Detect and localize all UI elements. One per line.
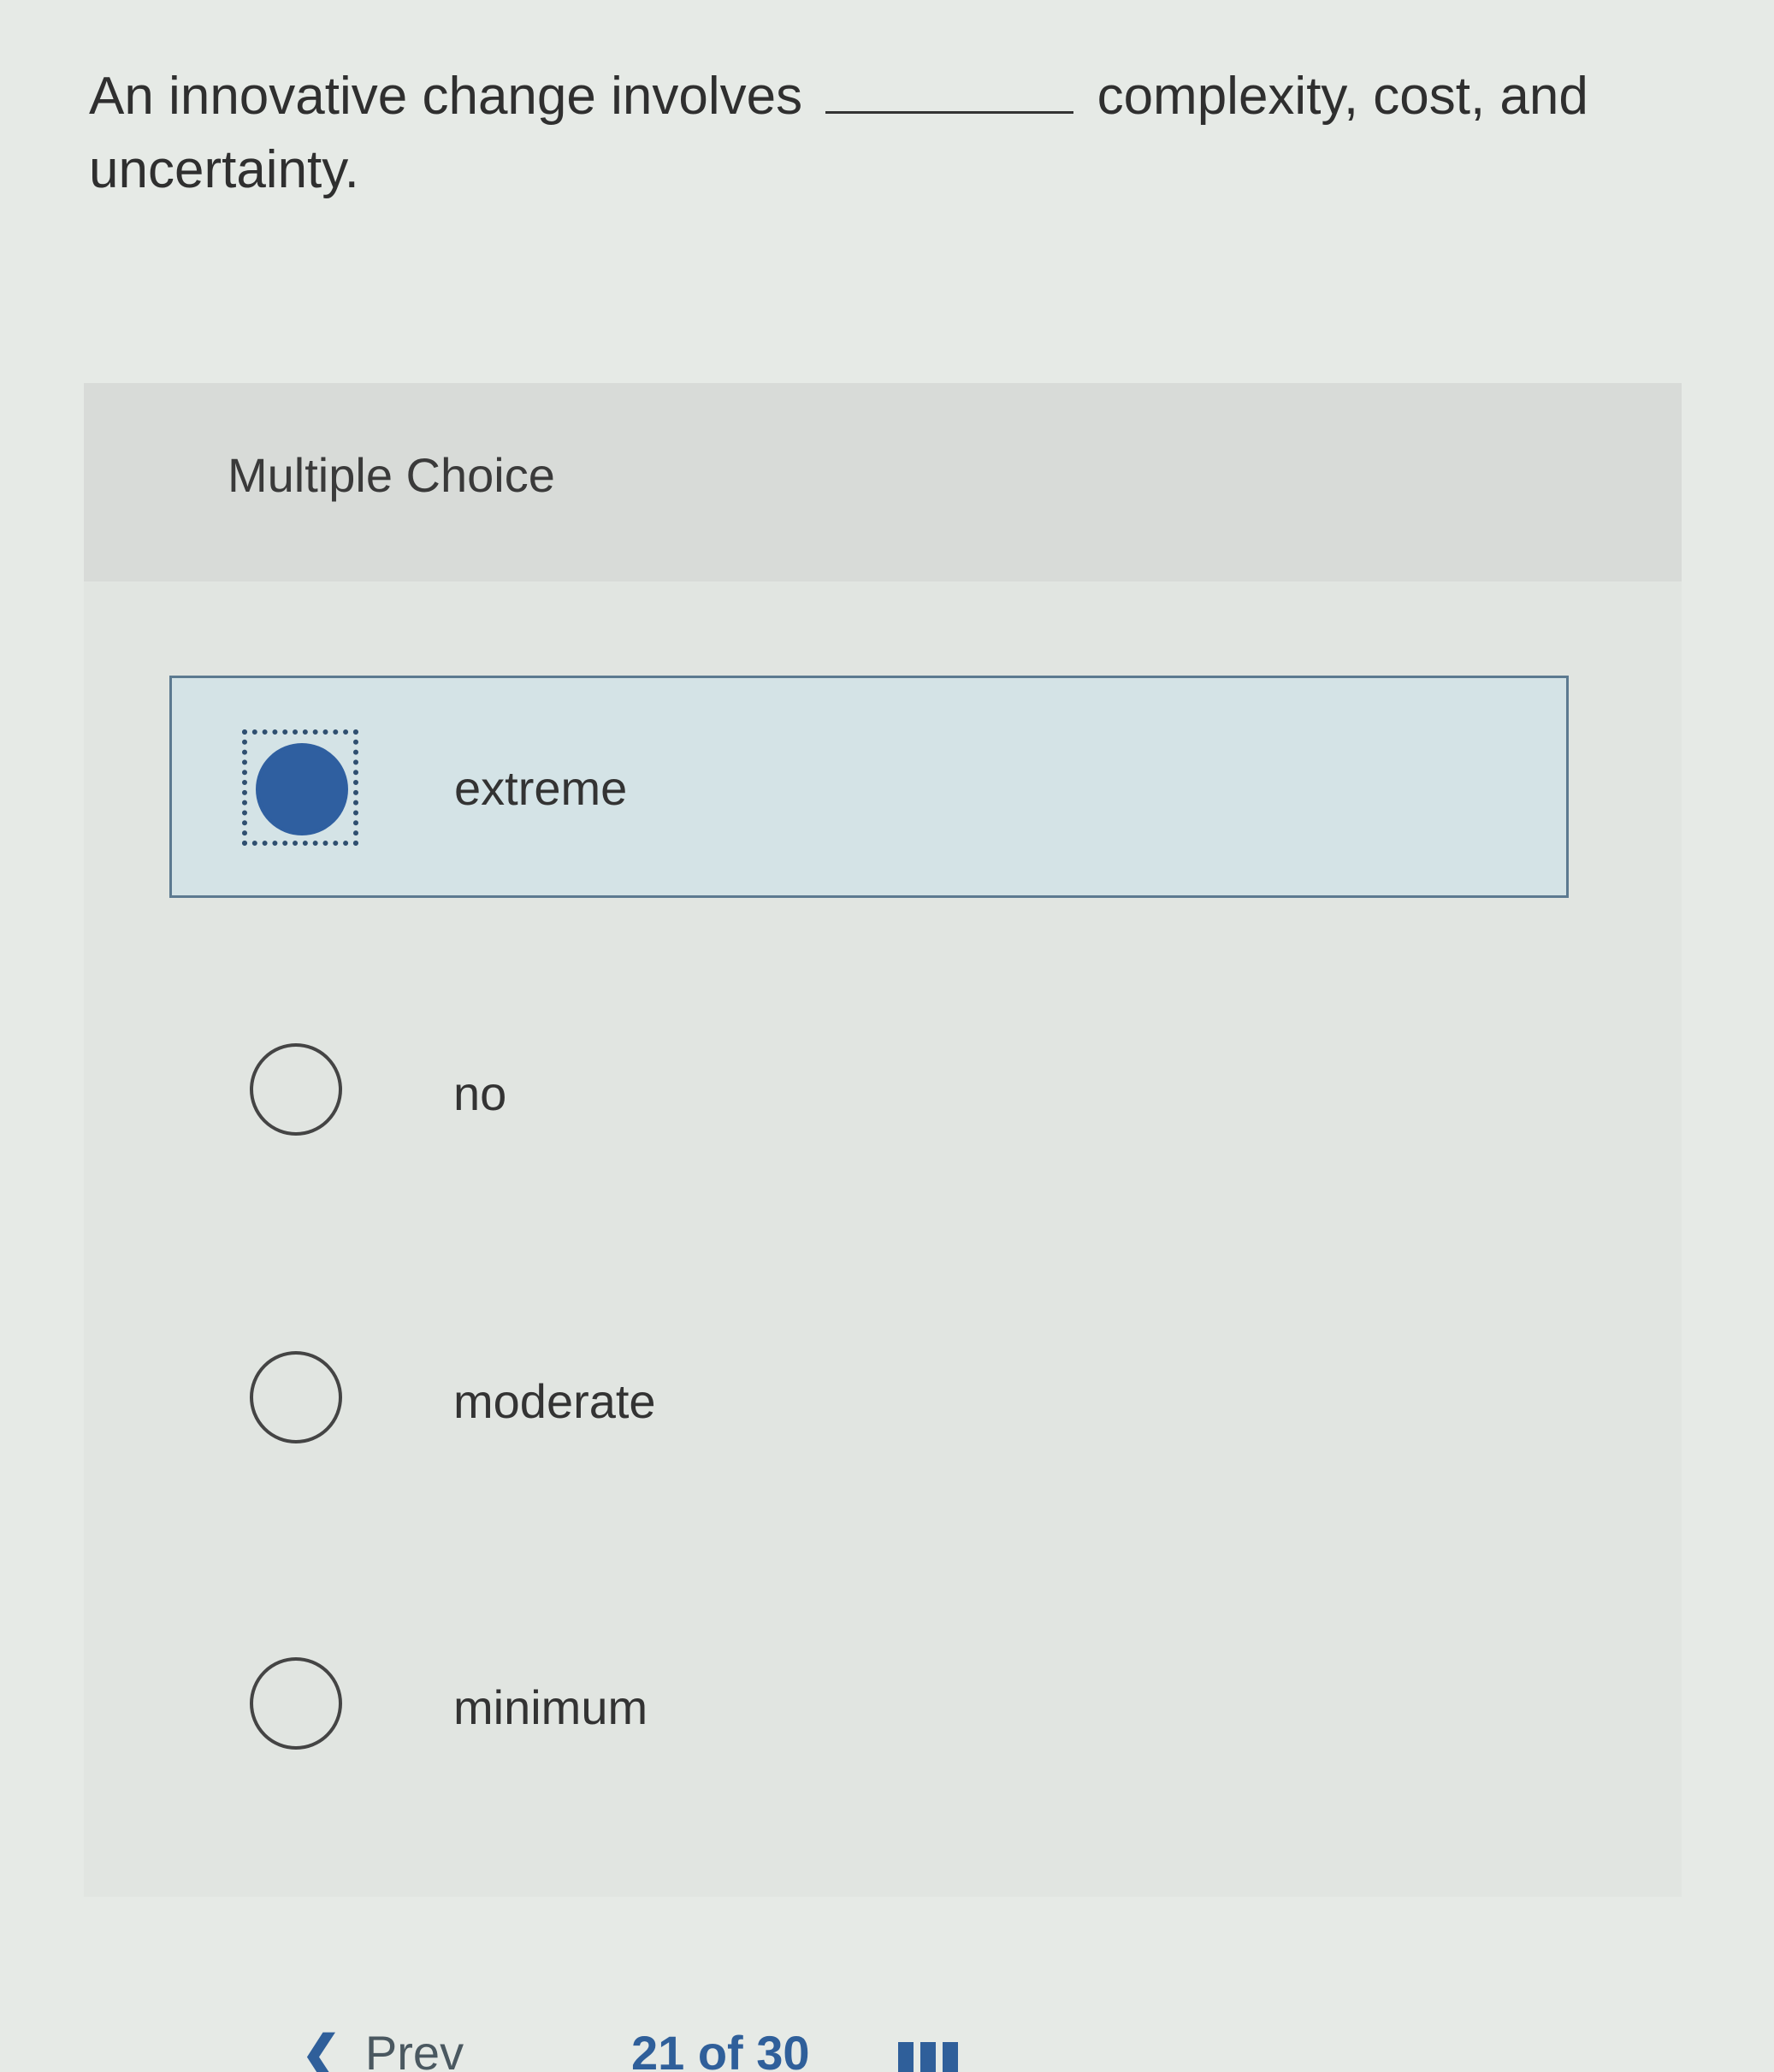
- multiple-choice-title: Multiple Choice: [228, 448, 555, 502]
- multiple-choice-panel: Multiple Choice extreme no moderate mini…: [84, 383, 1682, 1897]
- option-minimum[interactable]: minimum: [169, 1596, 1569, 1818]
- radio-button-selected[interactable]: [256, 743, 348, 835]
- option-label: no: [453, 1066, 507, 1120]
- option-extreme[interactable]: extreme: [169, 676, 1569, 898]
- bottom-navigation: ❮ Prev 21 of 30: [0, 2008, 1774, 2072]
- multiple-choice-header: Multiple Choice: [84, 383, 1682, 581]
- page-indicator[interactable]: 21 of 30: [631, 2025, 810, 2072]
- prev-button[interactable]: ❮ Prev: [301, 2025, 464, 2072]
- option-no[interactable]: no: [169, 982, 1569, 1204]
- grid-icon[interactable]: [898, 2042, 958, 2072]
- radio-wrap: [241, 1035, 358, 1151]
- answer-blank: [825, 77, 1074, 114]
- radio-wrap: [241, 1343, 358, 1459]
- radio-wrap: [241, 1649, 358, 1765]
- radio-button[interactable]: [250, 1043, 342, 1136]
- question-text: An innovative change involves complexity…: [89, 60, 1646, 207]
- question-text-before: An innovative change involves: [89, 67, 803, 126]
- radio-button[interactable]: [250, 1351, 342, 1443]
- option-label: minimum: [453, 1680, 648, 1734]
- option-label: extreme: [454, 761, 628, 815]
- chevron-left-icon: ❮: [301, 2026, 341, 2072]
- radio-button[interactable]: [250, 1657, 342, 1750]
- option-moderate[interactable]: moderate: [169, 1290, 1569, 1512]
- focus-ring: [242, 729, 358, 846]
- option-label: moderate: [453, 1374, 656, 1428]
- prev-label: Prev: [364, 2026, 464, 2072]
